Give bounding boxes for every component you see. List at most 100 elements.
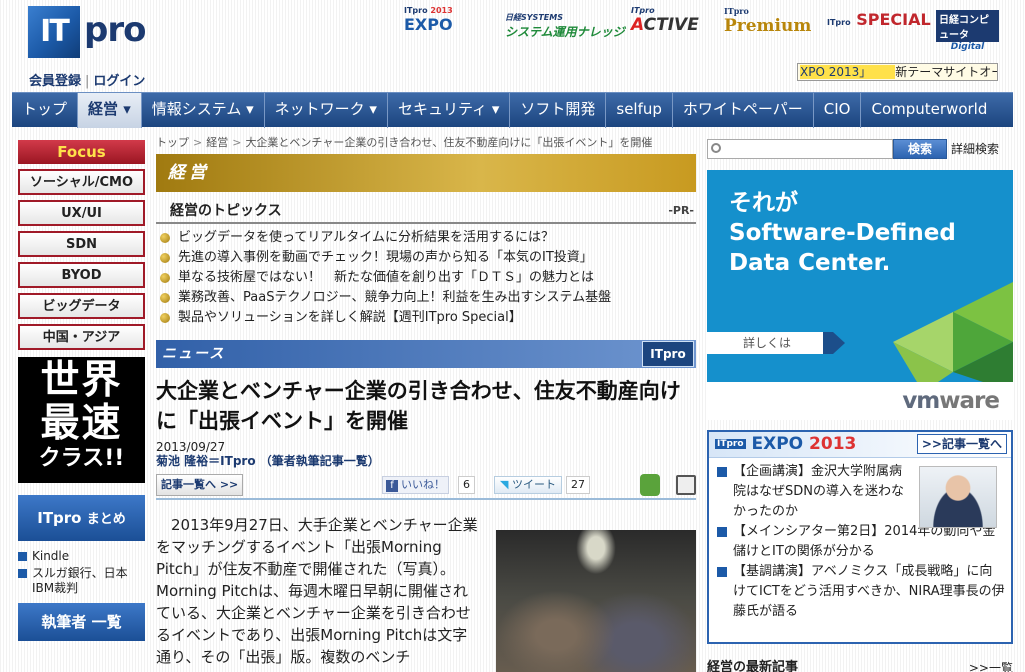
tweet-button[interactable]: ◥ ツイート <box>494 476 562 494</box>
active-brand-link[interactable]: ITpro ACTIVE <box>631 6 699 35</box>
breadcrumb-section[interactable]: 経営 <box>206 136 228 149</box>
logo-word: pro <box>84 10 146 50</box>
itpro-badge: ITpro <box>642 341 694 367</box>
focus-item-byod[interactable]: BYOD <box>18 262 145 288</box>
nav-selfup[interactable]: selfup <box>606 93 673 128</box>
topic-item[interactable]: 製品やソリューションを詳しく解説【週刊ITpro Special】 <box>158 308 696 328</box>
special-brand-small: ITpro <box>827 18 851 27</box>
expo-item[interactable]: 【メインシアター第2日】2014年の動向や金儲けとITの関係が分かる <box>715 522 1005 562</box>
ticker-item: 新テーマサイトオー <box>895 65 998 79</box>
nav-security[interactable]: セキュリティ ▾ <box>388 93 511 128</box>
computer-brand-bar: 日経コンピュータ <box>936 10 999 42</box>
search-input[interactable] <box>707 139 893 159</box>
promo-line: クラス!! <box>38 446 125 471</box>
focus-item-ux-ui[interactable]: UX/UI <box>18 200 145 226</box>
computer-brand-digital: Digital <box>950 42 985 52</box>
expo-brand-small: ITpro 2013 <box>404 6 453 15</box>
nav-whitepaper[interactable]: ホワイトペーパー <box>673 93 814 128</box>
nav-computerworld[interactable]: Computerworld <box>861 93 997 128</box>
nav-software-dev[interactable]: ソフト開発 <box>510 93 607 128</box>
latest-articles-title: 経営の最新記事 <box>707 660 799 672</box>
article-title: 大企業とベンチャー企業の引き合わせ、住友不動産向けに「出張イベント」を開催 <box>156 379 681 433</box>
ticker-item: XPO 2013」 <box>800 65 896 79</box>
pr-label: -PR- <box>668 204 694 217</box>
matome-item[interactable]: スルガ銀行、日本IBM裁判 <box>18 566 145 596</box>
focus-item-sdn[interactable]: SDN <box>18 231 145 257</box>
tweet-count: 27 <box>566 476 590 494</box>
breadcrumb-separator: > <box>232 136 242 149</box>
ad-details-button[interactable]: 詳しくは <box>707 332 845 354</box>
focus-item-social-cmo[interactable]: ソーシャル/CMO <box>18 169 145 195</box>
authors-banner[interactable]: 執筆者 一覧 <box>18 603 145 641</box>
breadcrumb-top[interactable]: トップ <box>156 136 189 149</box>
article-date: 2013/09/27 <box>156 440 226 454</box>
ad-footer: vmware <box>707 382 1013 420</box>
site-header: IT pro 会員登録 | ログイン ITpro 2013 EXPO 日経SYSTE… <box>0 0 1025 92</box>
itpro-logo[interactable]: IT pro <box>28 4 158 60</box>
focus-item-big-data[interactable]: ビッグデータ <box>18 293 145 319</box>
search-button[interactable]: 検索 <box>893 139 947 159</box>
advanced-search-link[interactable]: 詳細検索 <box>951 140 999 158</box>
topics-header: 経営のトピックス -PR- <box>156 200 696 224</box>
article-toolbar: 記事一覧へ >> f いいね！ 6 ◥ ツイート 27 <box>156 474 696 500</box>
nav-cio[interactable]: CIO <box>814 93 862 128</box>
promo-line: 世界 <box>40 358 123 403</box>
search-icon <box>711 143 721 153</box>
promo-banner[interactable]: 世界 最速 クラス!! <box>18 357 145 483</box>
matome-label: まとめ <box>86 512 126 527</box>
expo-item[interactable]: 【企画講演】金沢大学附属病院はなぜSDNの導入を迷わなかったのか <box>715 462 911 522</box>
nav-network[interactable]: ネットワーク ▾ <box>265 93 388 128</box>
author-name[interactable]: 菊池 隆裕＝ITpro <box>156 454 256 468</box>
computer-brand-link[interactable]: 日経コンピュータ Digital <box>936 10 999 52</box>
knowledge-brand-small: 日経SYSTEMS <box>505 13 563 22</box>
evernote-icon[interactable] <box>640 474 660 496</box>
twitter-bird-icon: ◥ <box>500 478 509 491</box>
premium-brand-link[interactable]: ITpro Premium <box>724 6 811 36</box>
topics-list: ビッグデータを使ってリアルタイムに分析結果を活用するには？ 先進の導入事例を動画… <box>156 228 696 328</box>
facebook-like-button[interactable]: f いいね！ <box>382 476 449 494</box>
article-list-button[interactable]: 記事一覧へ >> <box>156 474 244 496</box>
expo-box: ITpro EXPO 2013 >>記事一覧へ 【企画講演】金沢大学附属病院はな… <box>707 430 1013 644</box>
breadcrumb-current: 大企業とベンチャー企業の引き合わせ、住友不動産向けに「出張イベント」を開催 <box>245 136 653 149</box>
nav-top[interactable]: トップ <box>12 93 79 128</box>
topic-item[interactable]: 先進の導入事例を動画でチェック！現場の声から知る「本気のIT投資」 <box>158 248 696 268</box>
article-photo[interactable] <box>496 530 696 672</box>
ad-triangle-graphic <box>893 282 1013 392</box>
expo-item[interactable]: 【基調講演】アベノミクス「成長戦略」に向けてICTをどう活用すべきか、NIRA理… <box>715 562 1005 622</box>
login-link[interactable]: ログイン <box>93 74 145 89</box>
expo-brand-link[interactable]: ITpro 2013 EXPO <box>404 6 453 34</box>
breadcrumb: トップ > 経営 > 大企業とベンチャー企業の引き合わせ、住友不動産向けに「出張イベント… <box>156 136 696 154</box>
latest-articles-header: 経営の最新記事 >>一覧 <box>707 660 1013 672</box>
matome-item[interactable]: Kindle <box>18 549 145 564</box>
vmware-ad-banner[interactable]: それが Software-Defined Data Center. 詳しくは v… <box>707 170 1013 420</box>
account-links: 会員登録 | ログイン <box>29 70 145 89</box>
ad-headline: それが Software-Defined Data Center. <box>729 190 956 276</box>
topic-item[interactable]: ビッグデータを使ってリアルタイムに分析結果を活用するには？ <box>158 228 696 248</box>
latest-articles-more-link[interactable]: >>一覧 <box>969 660 1013 672</box>
topic-item[interactable]: 業務改善、PaaSテクノロジー、競争力向上！利益を生み出すシステム基盤 <box>158 288 696 308</box>
author-articles-link[interactable]: （筆者執筆記事一覧） <box>260 454 380 468</box>
right-sidebar: 検索 詳細検索 それが Software-Defined Data Center… <box>707 137 1013 672</box>
promo-line: 最速 <box>40 401 123 446</box>
matome-banner[interactable]: ITpro まとめ <box>18 495 145 541</box>
nav-management[interactable]: 経営 ▾ <box>78 93 142 128</box>
news-ticker[interactable]: XPO 2013」 新テーマサイトオー <box>797 63 998 81</box>
expo-header: ITpro EXPO 2013 >>記事一覧へ <box>709 432 1011 458</box>
global-nav: トップ 経営 ▾ 情報システム ▾ ネットワーク ▾ セキュリティ ▾ ソフト開… <box>12 92 1013 128</box>
print-icon[interactable] <box>676 475 696 495</box>
topic-item[interactable]: 単なる技術屋ではない！ 新たな価値を創り出す「ＤＴＳ」の魅力とは <box>158 268 696 288</box>
focus-item-china-asia[interactable]: 中国・アジア <box>18 324 145 350</box>
special-brand-name: SPECIAL <box>856 10 931 29</box>
speaker-photo[interactable] <box>919 466 997 528</box>
knowledge-brand-link[interactable]: 日経SYSTEMS システム運用ナレッジ <box>505 12 625 40</box>
special-brand-link[interactable]: ITpro SPECIAL <box>827 10 931 29</box>
left-sidebar: Focus ソーシャル/CMO UX/UI SDN BYOD ビッグデータ 中国… <box>18 140 145 641</box>
active-brand-rest: CTIVE <box>643 15 699 35</box>
divider: | <box>85 74 90 89</box>
register-link[interactable]: 会員登録 <box>29 74 81 89</box>
facebook-icon: f <box>386 480 398 492</box>
breadcrumb-separator: > <box>193 136 203 149</box>
nav-info-systems[interactable]: 情報システム ▾ <box>142 93 265 128</box>
expo-list-button[interactable]: >>記事一覧へ <box>916 434 1007 454</box>
matome-list: Kindle スルガ銀行、日本IBM裁判 <box>18 549 145 596</box>
